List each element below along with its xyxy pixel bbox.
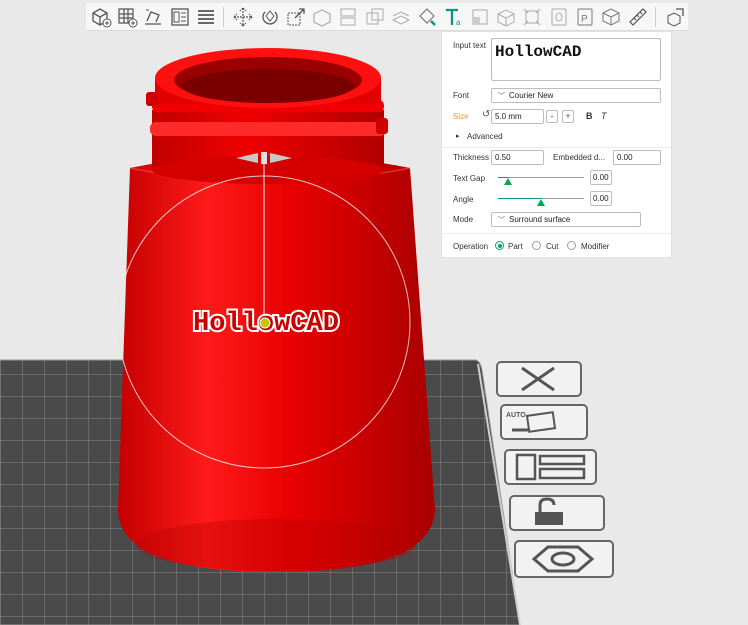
seam-icon[interactable] (519, 4, 545, 30)
scale-icon[interactable] (283, 4, 309, 30)
text-tool-icon[interactable]: a (441, 4, 467, 30)
text-gap-label: Text Gap (453, 174, 486, 183)
toolbar-divider (223, 6, 225, 27)
operation-part-radio[interactable] (495, 241, 504, 250)
size-decrease-button[interactable]: - (546, 110, 558, 123)
divider (442, 147, 671, 148)
operation-cut-radio[interactable] (532, 241, 541, 250)
text-gap-input[interactable]: 0.00 (590, 170, 612, 185)
input-text-field[interactable]: HollowCAD (491, 38, 661, 81)
main-toolbar: a P (86, 3, 688, 31)
close-icon[interactable] (496, 361, 582, 397)
cut-icon[interactable] (388, 4, 414, 30)
place-on-face-icon[interactable] (309, 4, 335, 30)
zoom-fit-icon[interactable] (546, 4, 572, 30)
mode-select[interactable]: ﹀ Surround surface (491, 212, 641, 227)
mode-label: Mode (453, 215, 474, 224)
unlock-icon[interactable] (509, 495, 605, 531)
font-select-value: Courier New (509, 91, 554, 100)
chevron-down-icon: ﹀ (498, 93, 505, 100)
chevron-down-icon: ﹀ (498, 217, 505, 224)
embedded-depth-input[interactable]: 0.00 (613, 150, 661, 165)
measure-box-icon[interactable] (493, 4, 519, 30)
toolbar-divider (654, 6, 656, 27)
mode-select-value: Surround surface (509, 215, 571, 224)
package-icon[interactable] (598, 4, 624, 30)
operation-modifier-label[interactable]: Modifier (581, 242, 609, 251)
divider (442, 233, 671, 234)
auto-arrange-icon[interactable]: AUTO (500, 404, 588, 440)
operation-modifier-radio[interactable] (567, 241, 576, 250)
size-label: Size (453, 112, 469, 121)
svg-text:a: a (456, 18, 461, 27)
font-label: Font (453, 91, 470, 100)
font-select[interactable]: ﹀ Courier New (491, 88, 661, 103)
auto-orient-icon[interactable] (141, 4, 167, 30)
boolean-icon[interactable] (362, 4, 388, 30)
angle-slider-thumb[interactable] (537, 199, 545, 206)
reset-icon[interactable]: ↺ (482, 109, 490, 120)
italic-button[interactable]: T (601, 111, 607, 121)
layout-panel-icon[interactable] (167, 4, 193, 30)
operation-part-label[interactable]: Part (508, 242, 523, 251)
size-increase-button[interactable]: + (562, 110, 574, 123)
move-icon[interactable] (230, 4, 256, 30)
text-anchor-handle[interactable] (259, 317, 271, 329)
grid-arrange-icon[interactable] (114, 4, 140, 30)
layout-icon[interactable] (504, 449, 597, 485)
input-text-label: Input text (453, 41, 486, 50)
assembly-icon[interactable] (662, 4, 688, 30)
rotate-icon[interactable] (257, 4, 283, 30)
add-cube-icon[interactable] (88, 4, 114, 30)
nut-icon[interactable] (514, 540, 614, 578)
bold-button[interactable]: B (586, 111, 593, 121)
angle-input[interactable]: 0.00 (590, 191, 612, 206)
thickness-label: Thickness (453, 153, 490, 162)
operation-label: Operation (453, 242, 489, 251)
plate-side-buttons: AUTO (496, 361, 614, 578)
bed-plate-icon[interactable]: P (572, 4, 598, 30)
text-tool-panel: Input text HollowCAD Font ﹀ Courier New S… (441, 31, 672, 258)
size-input[interactable]: 5.0 mm (491, 109, 544, 124)
angle-label: Angle (453, 195, 474, 204)
paint-icon[interactable] (414, 4, 440, 30)
angle-slider-fill (498, 198, 541, 199)
advanced-toggle[interactable]: Advanced (467, 132, 503, 141)
auto-label: AUTO (506, 412, 526, 419)
support-paint-icon[interactable] (467, 4, 493, 30)
layers-icon[interactable] (193, 4, 219, 30)
operation-cut-label[interactable]: Cut (546, 242, 558, 251)
thickness-input[interactable]: 0.50 (491, 150, 544, 165)
text-gap-slider-thumb[interactable] (504, 178, 513, 185)
ruler-icon[interactable] (625, 4, 651, 30)
split-icon[interactable] (336, 4, 362, 30)
advanced-expand-icon[interactable]: ▸ (456, 132, 460, 140)
svg-text:P: P (581, 14, 588, 25)
embedded-depth-label: Embedded d... (553, 153, 606, 162)
